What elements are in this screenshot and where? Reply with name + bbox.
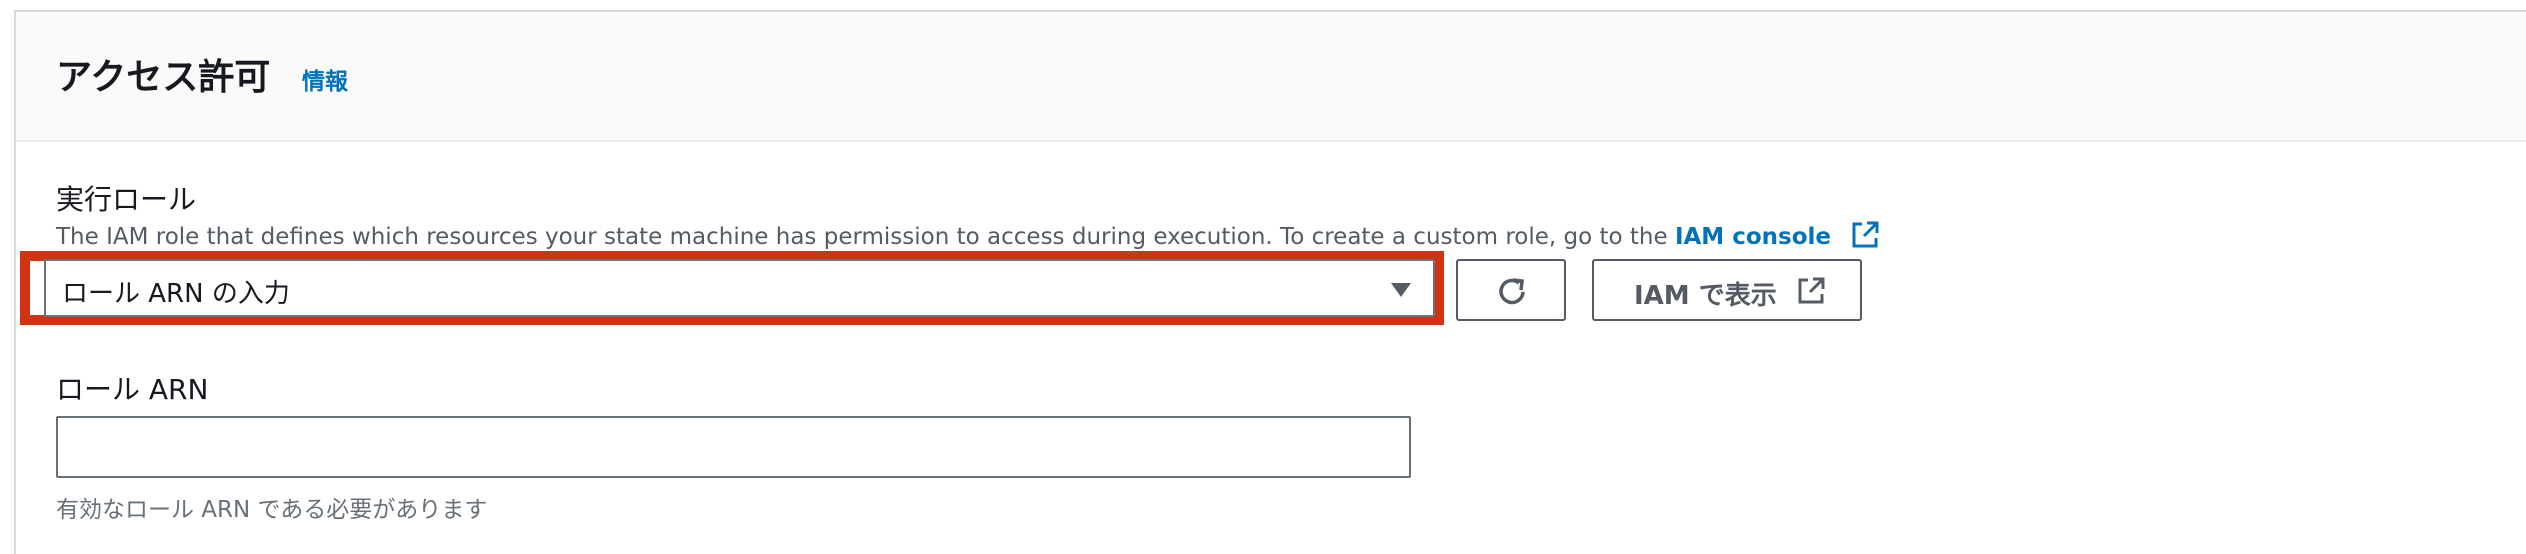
role-select-value: ロール ARN の入力 — [62, 279, 290, 309]
panel-header: アクセス許可 情報 — [16, 12, 2526, 142]
caret-down-icon — [1389, 281, 1413, 303]
view-in-iam-button[interactable]: IAM で表示 — [1592, 259, 1862, 321]
refresh-icon — [1499, 278, 1525, 305]
role-arn-help-text: 有効なロール ARN である必要があります — [56, 497, 488, 523]
description-text: The IAM role that defines which resource… — [56, 224, 1668, 250]
iam-console-link[interactable]: IAM console — [1675, 224, 1831, 250]
role-select[interactable]: ロール ARN の入力 — [44, 259, 1435, 317]
external-link-icon — [1796, 276, 1826, 310]
refresh-button[interactable] — [1456, 259, 1566, 321]
info-link[interactable]: 情報 — [302, 62, 348, 96]
role-arn-label: ロール ARN — [56, 373, 209, 406]
panel-title: アクセス許可 — [56, 57, 271, 98]
view-in-iam-label: IAM で表示 — [1634, 281, 1777, 311]
external-link-icon[interactable] — [1850, 220, 1880, 256]
role-arn-input[interactable] — [56, 416, 1411, 478]
execution-role-label: 実行ロール — [56, 183, 197, 216]
page: アクセス許可 情報 実行ロール The IAM role that define… — [0, 0, 2526, 554]
